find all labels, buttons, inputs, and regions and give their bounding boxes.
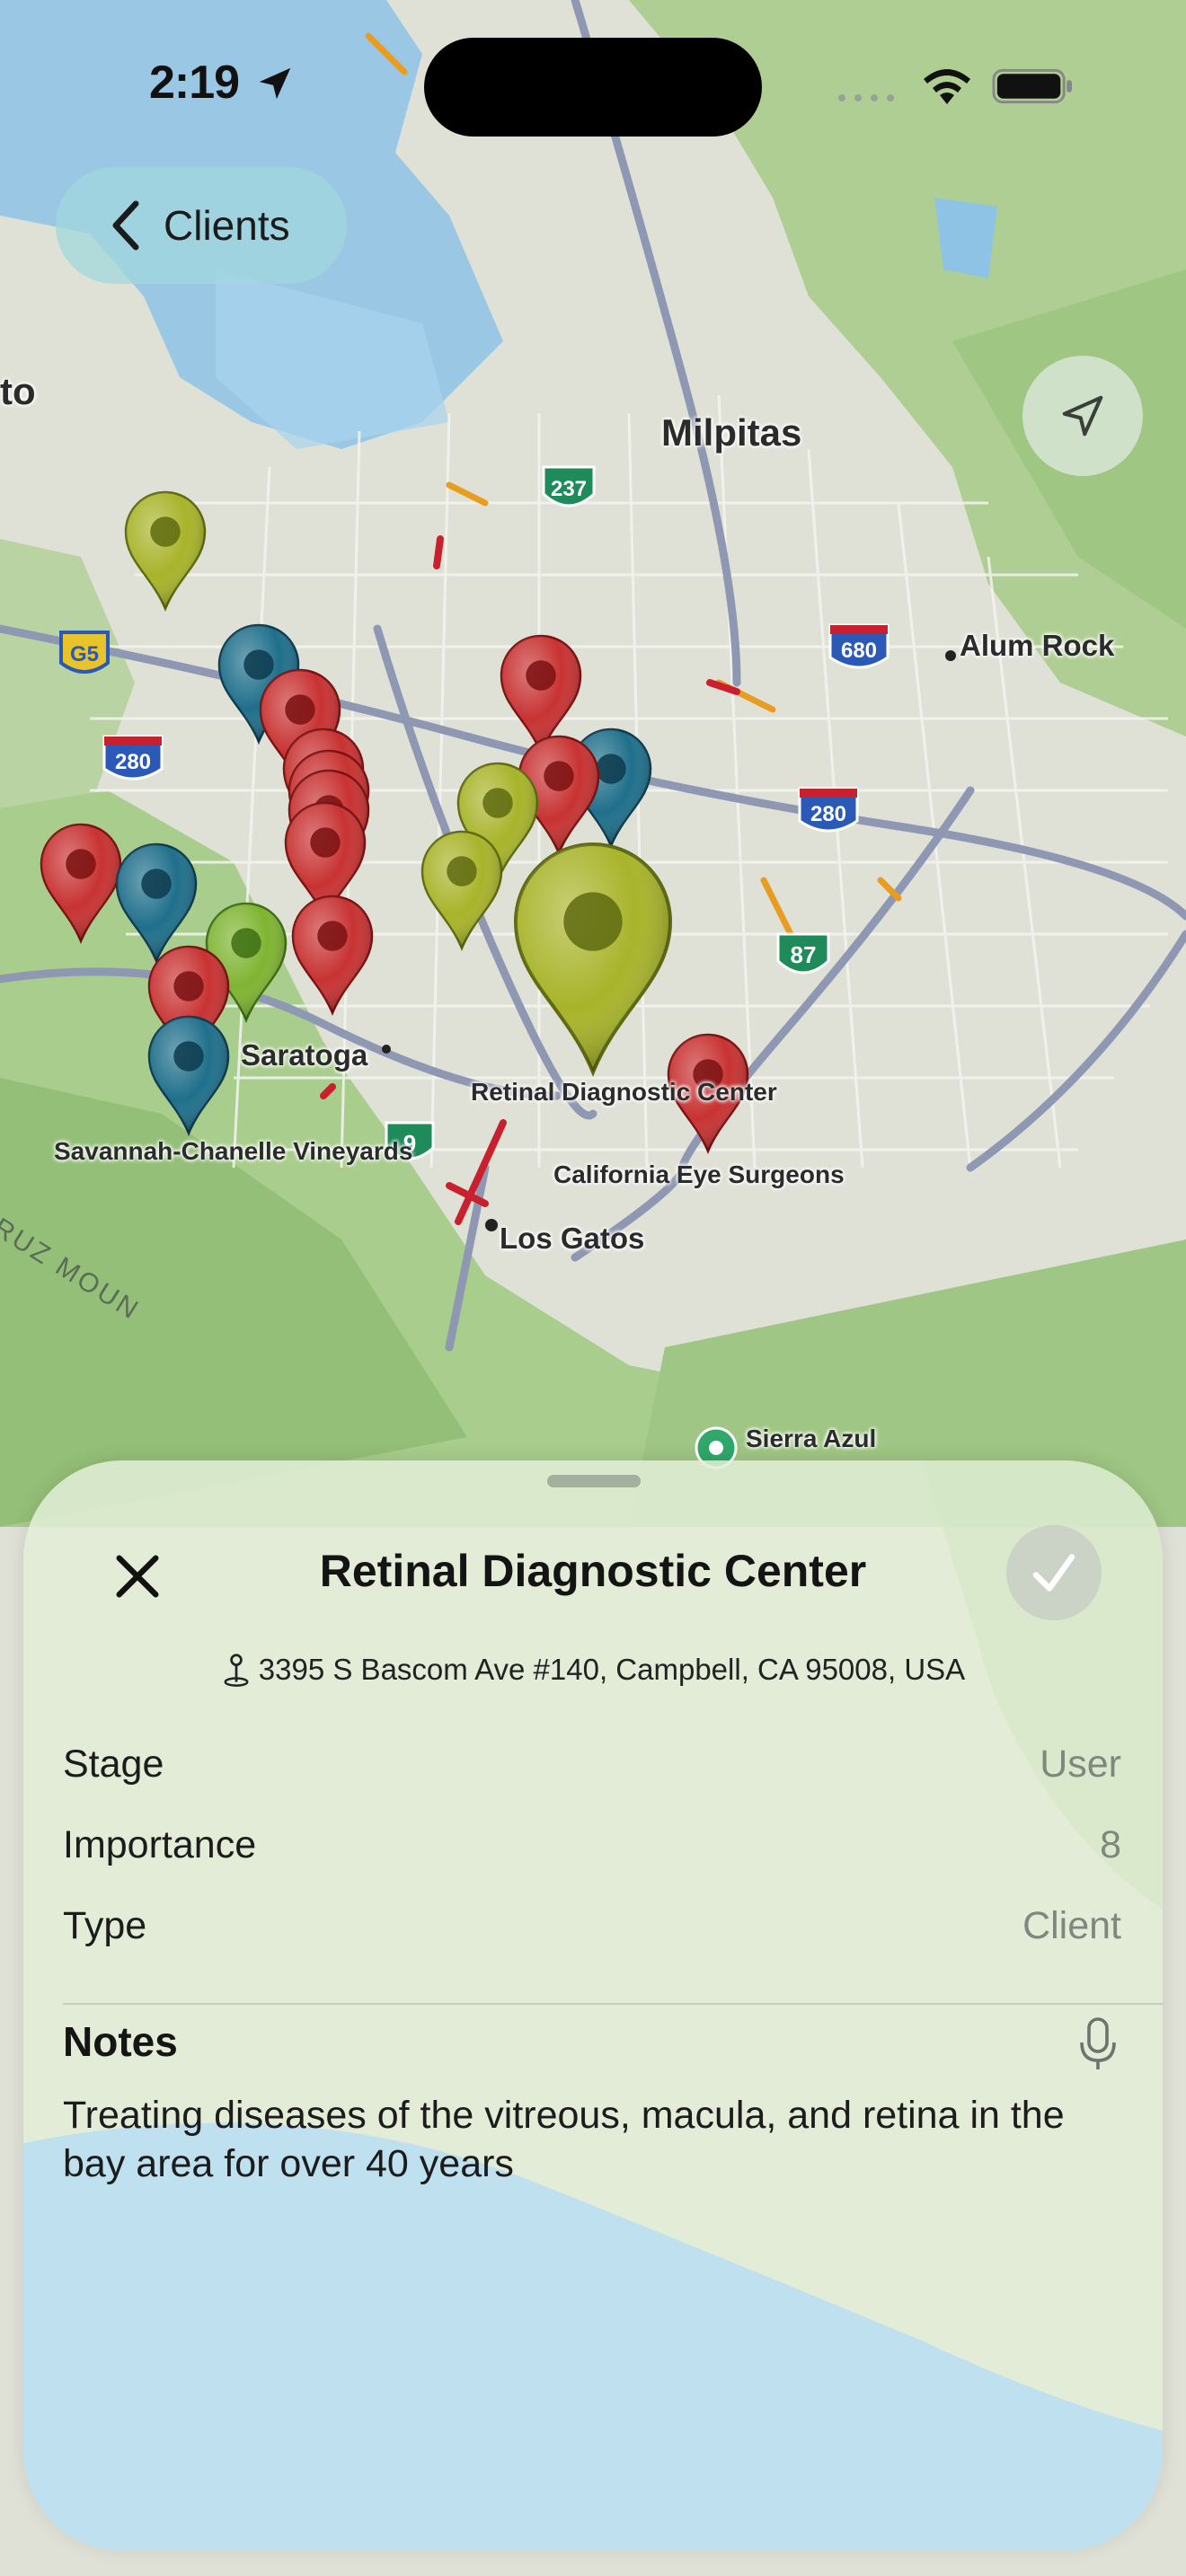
highway-shield-237: 237 [542, 465, 596, 507]
notes-text[interactable]: Treating diseases of the vitreous, macul… [63, 2091, 1105, 2188]
poi-label-california-eye: California Eye Surgeons [553, 1160, 845, 1188]
city-label-partial-left: to [0, 370, 36, 412]
highway-shield-87: 87 [776, 932, 830, 975]
field-label: Importance [63, 1823, 257, 1866]
interstate-shield-280-a: 280 [102, 735, 164, 781]
back-button[interactable]: Clients [56, 167, 347, 284]
svg-text:280: 280 [115, 750, 151, 774]
field-value: 8 [1100, 1823, 1121, 1866]
svg-text:280: 280 [810, 802, 846, 826]
field-label: Type [63, 1904, 147, 1947]
dynamic-island [424, 38, 762, 137]
checkmark-icon [1032, 1554, 1075, 1592]
city-label-alum-rock: Alum Rock [960, 629, 1115, 662]
svg-text:680: 680 [841, 639, 877, 663]
sheet-title: Retinal Diagnostic Center [319, 1546, 867, 1596]
field-row-type[interactable]: Type Client [63, 1904, 1121, 1948]
client-detail-sheet: Retinal Diagnostic Center 3395 S Bascom … [23, 1460, 1163, 2551]
poi-label-savannah: Savannah-Chanelle Vineyards [54, 1137, 413, 1165]
battery-icon [992, 68, 1073, 104]
interstate-shield-680: 680 [828, 623, 890, 669]
poi-label-sierra-azul: Sierra Azul [746, 1425, 877, 1452]
poi-label-retinal: Retinal Diagnostic Center [471, 1078, 777, 1106]
sheet-grabber[interactable] [547, 1475, 641, 1487]
map-pin-icon [224, 1654, 249, 1687]
city-label-los-gatos: Los Gatos [500, 1222, 645, 1255]
locate-me-button[interactable] [1022, 356, 1143, 476]
wifi-icon [924, 69, 970, 104]
svg-text:237: 237 [551, 477, 587, 501]
city-label-milpitas: Milpitas [661, 411, 802, 454]
location-arrow-icon [259, 67, 291, 100]
address-text: 3395 S Bascom Ave #140, Campbell, CA 950… [258, 1653, 966, 1686]
county-shield-g5: G5 [59, 631, 110, 674]
svg-text:87: 87 [791, 941, 817, 968]
svg-text:G5: G5 [70, 642, 99, 666]
location-arrow-outline-icon [1062, 395, 1103, 437]
address-line[interactable]: 3395 S Bascom Ave #140, Campbell, CA 950… [23, 1653, 1163, 1687]
field-row-importance[interactable]: Importance 8 [63, 1823, 1121, 1867]
cellular-signal-icon [838, 94, 894, 101]
field-row-stage[interactable]: Stage User [63, 1742, 1121, 1786]
section-divider [63, 2003, 1163, 2005]
confirm-button[interactable] [1006, 1525, 1102, 1620]
city-label-saratoga: Saratoga [241, 1038, 368, 1072]
field-value: User [1040, 1742, 1121, 1786]
back-button-label: Clients [164, 202, 290, 249]
field-value: Client [1022, 1904, 1121, 1947]
interstate-shield-280-b: 280 [798, 787, 859, 833]
chevron-left-icon [112, 200, 139, 251]
microphone-icon[interactable] [1076, 2016, 1120, 2073]
field-label: Stage [63, 1742, 164, 1786]
notes-heading: Notes [63, 2018, 178, 2065]
status-time: 2:19 [149, 57, 240, 109]
